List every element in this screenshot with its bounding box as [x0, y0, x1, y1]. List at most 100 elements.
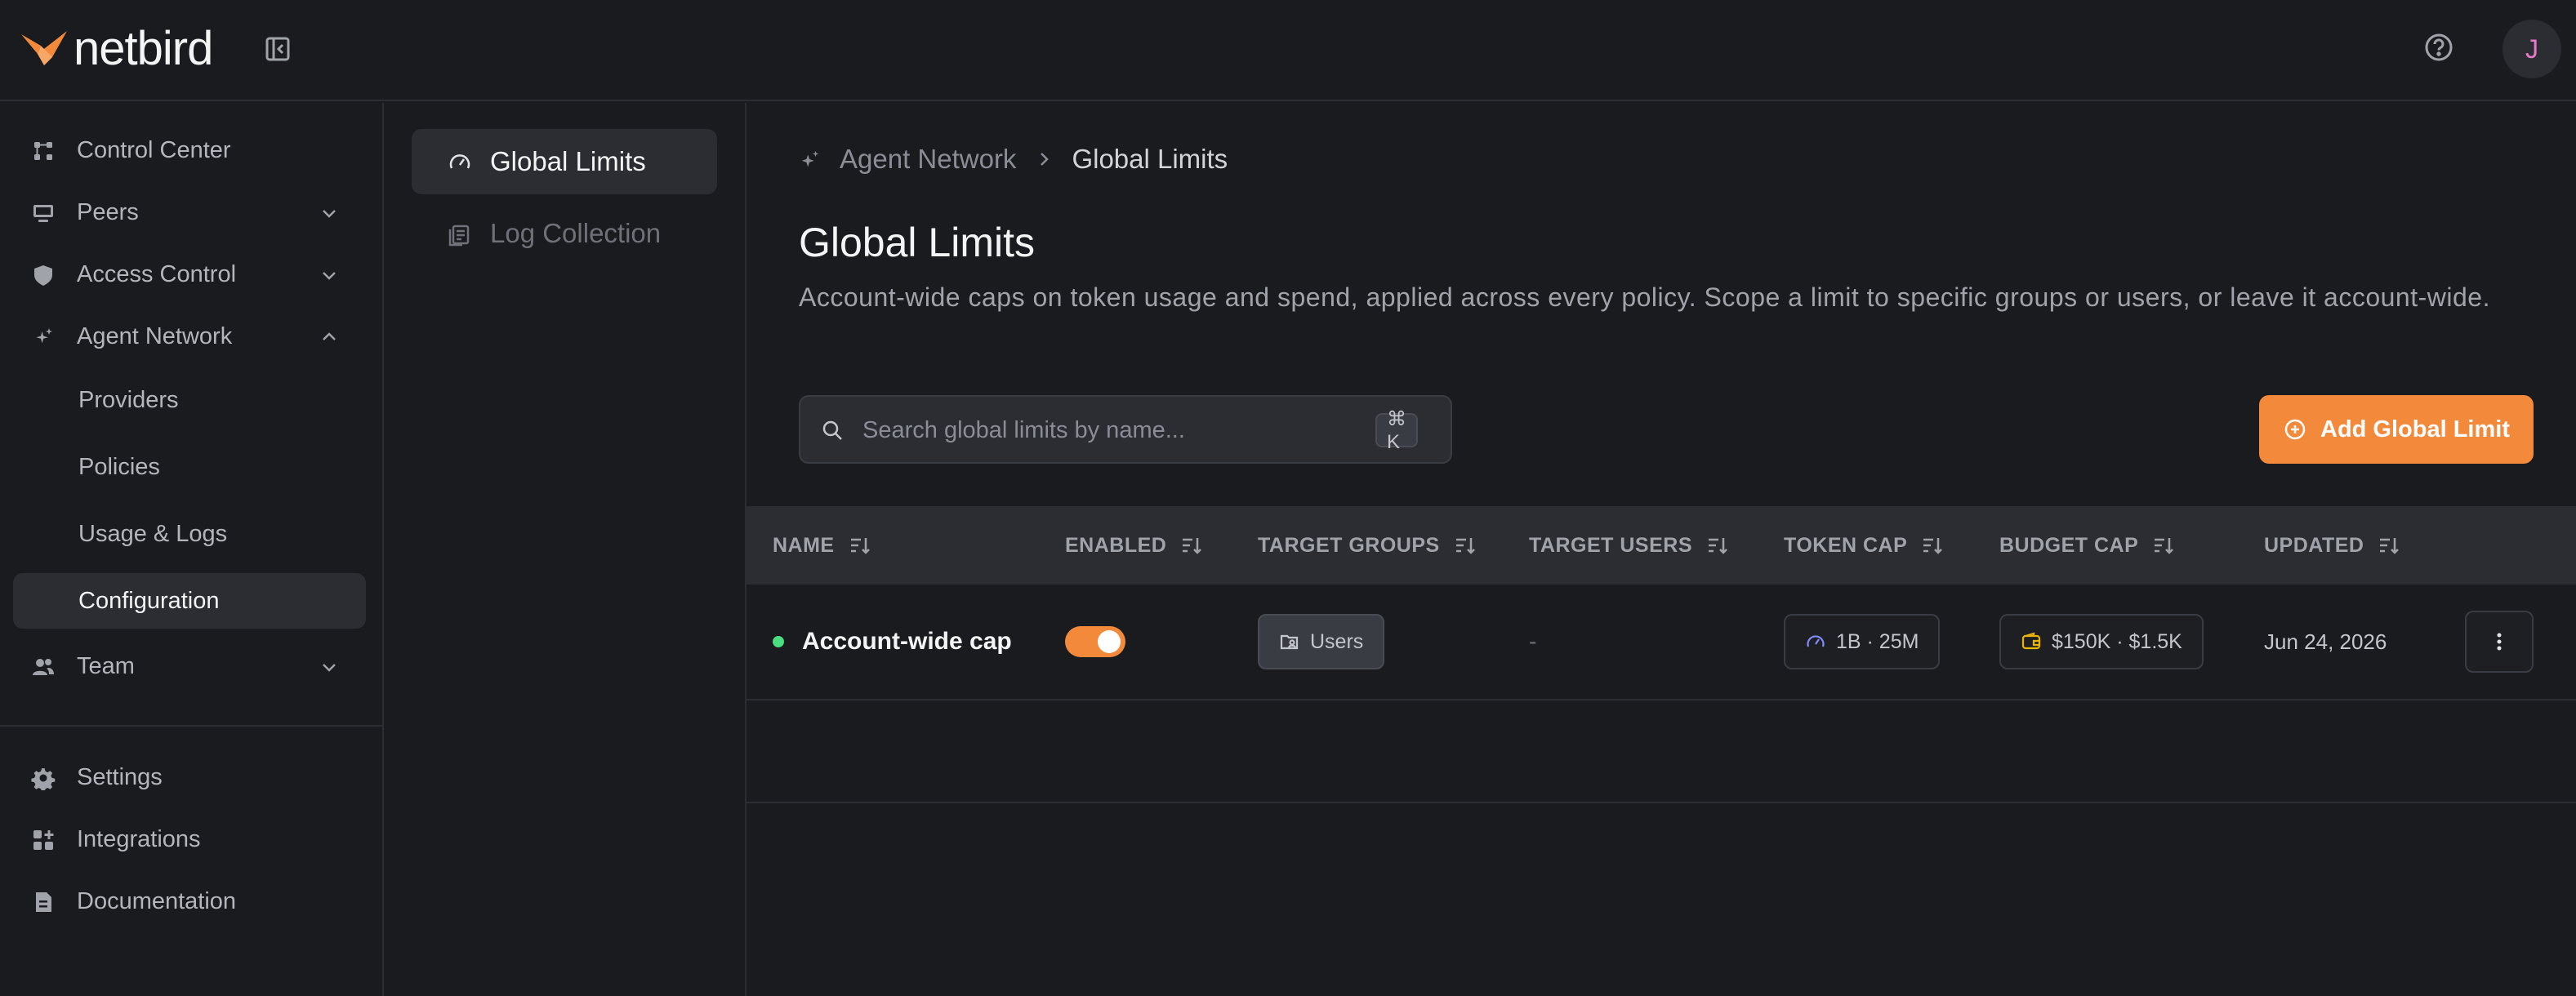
sidebar-item-providers[interactable]: Providers [13, 372, 366, 428]
cell-target-groups: Users [1258, 585, 1385, 699]
group-chip-label: Users [1310, 629, 1364, 653]
chevron-down-icon [323, 210, 336, 218]
gauge-icon [449, 154, 470, 169]
column-label: TOKEN CAP [1784, 533, 1908, 557]
cell-budget-cap: $150K · $1.5K [1999, 585, 2204, 699]
subnav-item-label: Global Limits [490, 146, 646, 176]
sort-icon [1923, 538, 1943, 554]
column-header-enabled[interactable]: ENABLED [1065, 506, 1204, 585]
sidebar-item-label: Policies [78, 453, 160, 480]
chevron-up-icon [323, 332, 336, 340]
help-circle-icon [2425, 33, 2453, 61]
breadcrumb-parent-link[interactable]: Agent Network [840, 144, 1016, 175]
cell-target-users: - [1529, 585, 1536, 699]
sidebar-item-label: Usage & Logs [78, 520, 228, 547]
user-avatar[interactable]: J [2502, 20, 2561, 78]
sidebar: Control Center Peers Access Control Agen… [0, 103, 384, 996]
collapse-sidebar-button[interactable] [263, 34, 292, 64]
search-icon [822, 420, 842, 440]
sidebar-item-configuration[interactable]: Configuration [13, 573, 366, 629]
column-header-name[interactable]: NAME [773, 506, 872, 585]
monitor-icon [33, 205, 53, 222]
sidebar-item-label: Peers [77, 198, 139, 225]
folder-users-icon [1280, 634, 1299, 650]
configuration-subnav: Global Limits Log Collection [386, 103, 747, 996]
token-cap-chip: 1B · 25M [1784, 614, 1941, 669]
sort-icon [2380, 538, 2400, 554]
main-content: Agent Network Global Limits Global Limit… [747, 103, 2576, 996]
sort-icon [1709, 538, 1727, 554]
sidebar-item-access-control[interactable]: Access Control [13, 247, 366, 302]
avatar-initial: J [2525, 33, 2538, 64]
column-header-budget-cap[interactable]: BUDGET CAP [1999, 506, 2176, 585]
cell-actions [2465, 585, 2534, 699]
shield-icon [34, 265, 52, 286]
document-icon [36, 892, 51, 912]
add-global-limit-button[interactable]: Add Global Limit [2259, 395, 2534, 464]
column-header-target-groups[interactable]: TARGET GROUPS [1258, 506, 1477, 585]
gear-icon [31, 768, 56, 790]
sidebar-collapse-icon [265, 37, 290, 61]
sidebar-item-team[interactable]: Team [13, 638, 366, 694]
sidebar-item-policies[interactable]: Policies [13, 439, 366, 495]
breadcrumb: Agent Network Global Limits [799, 144, 1228, 175]
help-button[interactable] [2422, 31, 2455, 64]
sidebar-item-label: Settings [77, 763, 163, 790]
sparkles-icon [36, 328, 52, 344]
netbird-bird-icon [21, 31, 67, 65]
column-header-updated[interactable]: UPDATED [2264, 506, 2401, 585]
column-header-token-cap[interactable]: TOKEN CAP [1784, 506, 1945, 585]
search-input[interactable] [862, 410, 1353, 451]
breadcrumb-current: Global Limits [1072, 144, 1228, 174]
column-label: NAME [773, 533, 835, 557]
sidebar-item-label: Access Control [77, 260, 237, 287]
status-dot [773, 636, 784, 647]
enabled-toggle[interactable] [1065, 626, 1125, 657]
integrations-icon [33, 830, 54, 850]
subnav-item-log-collection[interactable]: Log Collection [412, 201, 717, 266]
row-actions-button[interactable] [2465, 611, 2534, 673]
column-label: ENABLED [1065, 533, 1167, 557]
search-box[interactable]: ⌘ K [799, 395, 1452, 464]
more-vertical-icon [2497, 633, 2502, 651]
netbird-logo[interactable]: netbird [20, 24, 213, 73]
logs-icon [448, 225, 470, 247]
column-header-target-users[interactable]: TARGET USERS [1529, 506, 1730, 585]
target-users-value: - [1529, 629, 1537, 654]
limit-name[interactable]: Account-wide cap [802, 628, 1012, 656]
sidebar-item-peers[interactable]: Peers [13, 185, 366, 240]
sidebar-item-documentation[interactable]: Documentation [13, 874, 366, 929]
updated-date: Jun 24, 2026 [2264, 629, 2387, 654]
sort-icon [850, 538, 870, 554]
sidebar-item-label: Integrations [77, 825, 201, 852]
add-button-label: Add Global Limit [2320, 416, 2510, 442]
sidebar-item-label: Agent Network [77, 322, 233, 349]
subnav-item-label: Log Collection [490, 218, 662, 248]
cell-token-cap: 1B · 25M [1784, 585, 1941, 699]
cell-name: Account-wide cap [773, 585, 1012, 699]
token-cap-value: 1B · 25M [1836, 629, 1919, 653]
sidebar-item-integrations[interactable]: Integrations [13, 811, 366, 867]
chevron-right-icon [1041, 153, 1050, 166]
sort-icon [1183, 538, 1202, 554]
sidebar-item-label: Control Center [77, 136, 231, 163]
top-bar: netbird J [0, 0, 2576, 101]
sort-icon [1455, 538, 1475, 554]
sidebar-item-label: Team [77, 652, 135, 679]
budget-cap-value: $150K · $1.5K [2052, 629, 2182, 653]
sidebar-item-control-center[interactable]: Control Center [13, 122, 366, 178]
sidebar-item-agent-network[interactable]: Agent Network [13, 309, 366, 364]
sidebar-item-settings[interactable]: Settings [13, 749, 366, 805]
sparkles-icon [801, 150, 819, 167]
toggle-knob [1098, 630, 1121, 653]
table-row[interactable]: Account-wide cap Users - 1B · 25M $150K … [747, 585, 2576, 700]
sidebar-item-label: Documentation [77, 887, 237, 914]
page-description: Account-wide caps on token usage and spe… [799, 282, 2490, 312]
sidebar-item-usage-logs[interactable]: Usage & Logs [13, 506, 366, 562]
group-chip[interactable]: Users [1258, 614, 1385, 669]
cell-enabled [1065, 585, 1125, 699]
sidebar-item-label: Configuration [78, 587, 220, 614]
column-label: TARGET GROUPS [1258, 533, 1440, 557]
subnav-item-global-limits[interactable]: Global Limits [412, 129, 717, 194]
sidebar-divider [0, 725, 382, 727]
